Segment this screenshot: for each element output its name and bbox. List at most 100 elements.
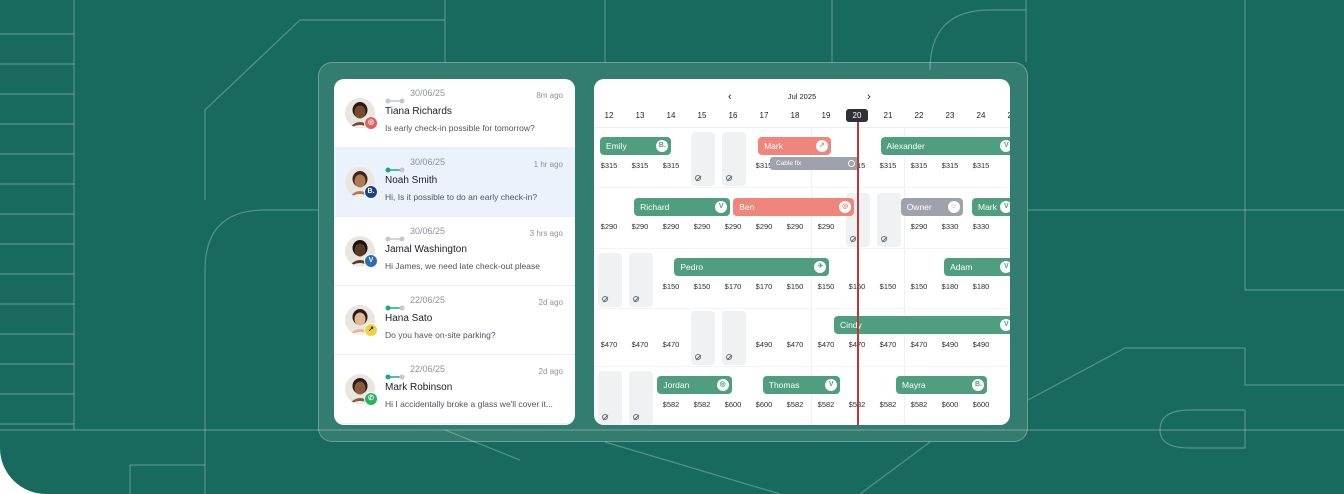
conversation-date: 30/06/25 <box>410 88 446 98</box>
blocked-day[interactable] <box>598 253 622 307</box>
booking-bar[interactable]: Thomas V <box>762 376 841 394</box>
blocked-day[interactable] <box>691 132 715 186</box>
nightly-price[interactable]: $290 <box>688 222 716 231</box>
blocked-day[interactable] <box>629 371 653 425</box>
nightly-price[interactable]: $470 <box>657 340 685 349</box>
ban-icon <box>726 354 732 360</box>
nightly-price[interactable]: $290 <box>657 222 685 231</box>
airbnb-icon: ◎ <box>716 379 729 391</box>
guest-name: Hana Sato <box>385 313 433 324</box>
conversation-item[interactable]: 30/06/25 1 hr ago Noah Smith Hi, Is it poss… <box>334 148 575 217</box>
nightly-price[interactable]: $180 <box>967 282 995 291</box>
ban-icon <box>726 175 732 181</box>
nightly-price[interactable]: $582 <box>781 400 809 409</box>
booking-bar[interactable]: Emily B. <box>600 137 672 155</box>
nightly-price[interactable]: $600 <box>967 400 995 409</box>
nightly-price[interactable]: $490 <box>967 340 995 349</box>
nightly-price[interactable]: $582 <box>812 400 840 409</box>
nightly-price[interactable]: $470 <box>781 340 809 349</box>
nightly-price[interactable]: $582 <box>905 400 933 409</box>
booking-bar[interactable]: Cindy V <box>834 316 1010 334</box>
nightly-price[interactable]: $150 <box>688 282 716 291</box>
conversation-item[interactable]: 30/06/25 8m ago Tiana Richards Is early che… <box>334 79 575 148</box>
nightly-price[interactable]: $600 <box>719 400 747 409</box>
nightly-price[interactable]: $150 <box>657 282 685 291</box>
blocked-day[interactable] <box>722 132 746 186</box>
blocked-day[interactable] <box>629 253 653 307</box>
nightly-price[interactable]: $600 <box>750 400 778 409</box>
booking-bar[interactable]: Mark V <box>972 198 1010 216</box>
maintenance-block[interactable]: Cable fix <box>770 157 859 170</box>
nightly-price[interactable]: $582 <box>688 400 716 409</box>
booking-icon: B. <box>656 140 669 152</box>
nightly-price[interactable]: $330 <box>936 222 964 231</box>
guest-name: Ben <box>739 202 755 212</box>
nightly-price[interactable]: $582 <box>657 400 685 409</box>
booking-bar[interactable]: Mayra B. <box>896 376 988 394</box>
row-divider <box>594 366 1010 367</box>
booking-bar[interactable]: Owner ☺ <box>900 198 963 216</box>
booking-bar[interactable]: Mark ↗ <box>758 137 831 155</box>
nightly-price[interactable]: $315 <box>874 161 902 170</box>
nightly-price[interactable]: $490 <box>936 340 964 349</box>
nightly-price[interactable]: $600 <box>936 400 964 409</box>
day-header: 14 <box>666 111 676 120</box>
nightly-price[interactable]: $290 <box>626 222 654 231</box>
ban-icon <box>633 414 639 420</box>
nightly-price[interactable]: $315 <box>595 161 623 170</box>
ban-icon <box>848 160 855 167</box>
nightly-price[interactable]: $470 <box>874 340 902 349</box>
airbnb-icon: ◎ <box>364 116 378 130</box>
nightly-price[interactable]: $470 <box>905 340 933 349</box>
nightly-price[interactable]: $150 <box>812 282 840 291</box>
booking-bar[interactable]: Adam V <box>944 258 1010 276</box>
nightly-price[interactable]: $180 <box>936 282 964 291</box>
nightly-price[interactable]: $170 <box>719 282 747 291</box>
nightly-price[interactable]: $290 <box>750 222 778 231</box>
nightly-price[interactable]: $490 <box>750 340 778 349</box>
ban-icon <box>695 354 701 360</box>
nightly-price[interactable]: $315 <box>626 161 654 170</box>
nightly-price[interactable]: $290 <box>905 222 933 231</box>
vrbo-icon: V <box>715 201 728 213</box>
nightly-price[interactable]: $150 <box>874 282 902 291</box>
booking-bar[interactable]: Pedro ✈ <box>674 258 830 276</box>
nightly-price[interactable]: $330 <box>967 222 995 231</box>
blocked-day[interactable] <box>598 371 622 425</box>
nightly-price[interactable]: $170 <box>750 282 778 291</box>
conversation-date: 22/06/25 <box>410 364 446 374</box>
nightly-price[interactable]: $150 <box>781 282 809 291</box>
day-header: 21 <box>883 111 893 120</box>
booking-bar[interactable]: Ben ◎ <box>733 198 855 216</box>
booking-bar[interactable]: Alexander V <box>880 137 1010 155</box>
nightly-price[interactable]: $470 <box>626 340 654 349</box>
guest-name: Mark Robinson <box>385 382 453 393</box>
nightly-price[interactable]: $315 <box>936 161 964 170</box>
conversation-item[interactable]: 22/06/25 2d ago Hana Sato Do you have on-si… <box>334 286 575 355</box>
guest-name: Owner <box>906 202 932 212</box>
nightly-price[interactable]: $470 <box>812 340 840 349</box>
chevron-right-icon[interactable]: › <box>867 91 871 103</box>
nightly-price[interactable]: $290 <box>781 222 809 231</box>
nightly-price[interactable]: $470 <box>595 340 623 349</box>
nightly-price[interactable]: $290 <box>719 222 747 231</box>
day-header: 18 <box>790 111 800 120</box>
booking-bar[interactable]: Richard V <box>634 198 731 216</box>
nightly-price[interactable]: $315 <box>905 161 933 170</box>
blocked-day[interactable] <box>722 311 746 365</box>
booking-bar[interactable]: Jordan ◎ <box>657 376 732 394</box>
blocked-day[interactable] <box>877 193 901 247</box>
nightly-price[interactable]: $315 <box>657 161 685 170</box>
whatsapp-icon: ✆ <box>364 392 378 406</box>
nightly-price[interactable]: $582 <box>874 400 902 409</box>
nightly-price[interactable]: $315 <box>967 161 995 170</box>
nightly-price[interactable]: $290 <box>595 222 623 231</box>
nightly-price[interactable]: $290 <box>812 222 840 231</box>
ban-icon <box>602 296 608 302</box>
blocked-day[interactable] <box>691 311 715 365</box>
vrbo-icon: V <box>1000 140 1010 152</box>
conversation-item[interactable]: 30/06/25 3 hrs ago Jamal Washington Hi Jame… <box>334 217 575 286</box>
conversation-item[interactable]: 22/06/25 2d ago Mark Robinson Hi I accident… <box>334 355 575 424</box>
nightly-price[interactable]: $150 <box>905 282 933 291</box>
conversation-time: 3 hrs ago <box>529 229 563 238</box>
